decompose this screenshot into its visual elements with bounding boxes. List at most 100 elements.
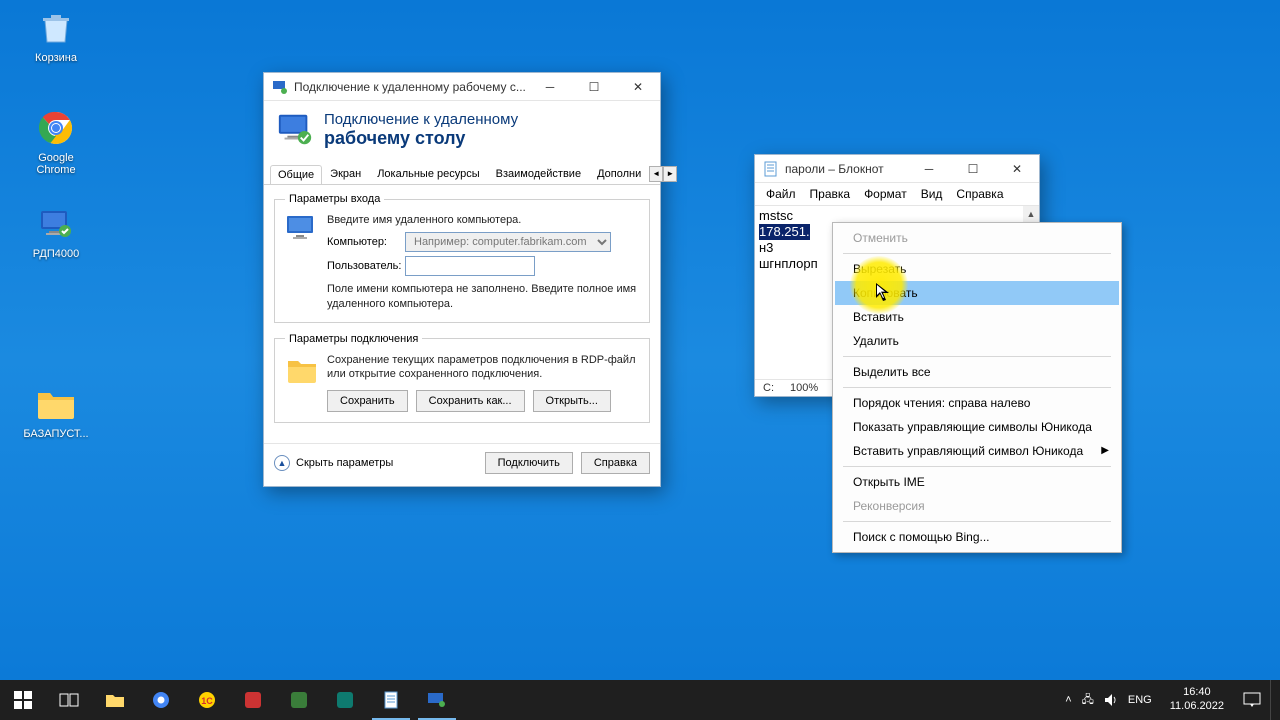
tray-network-icon[interactable]: 🖧 — [1082, 691, 1094, 710]
help-button[interactable]: Справка — [581, 452, 650, 474]
taskbar-chrome[interactable] — [138, 680, 184, 720]
ctx-undo[interactable]: Отменить — [835, 226, 1119, 250]
tab-performance[interactable]: Взаимодействие — [488, 164, 589, 183]
desktop-icon-label: РДП4000 — [18, 248, 94, 260]
tab-general[interactable]: Общие — [270, 165, 322, 184]
menu-help[interactable]: Справка — [949, 185, 1010, 203]
show-desktop-button[interactable] — [1270, 680, 1276, 720]
computer-label: Компьютер: — [327, 236, 405, 248]
recycle-bin-icon — [36, 8, 76, 48]
hide-params-label: Скрыть параметры — [296, 457, 393, 469]
ctx-cut[interactable]: Вырезать — [835, 257, 1119, 281]
rdp-banner-line2: рабочему столу — [324, 128, 518, 149]
tab-screen[interactable]: Экран — [322, 164, 369, 183]
desktop-icon-rdp4000[interactable]: РДП4000 — [18, 204, 94, 260]
taskbar-taskview[interactable] — [46, 680, 92, 720]
connection-params-group: Параметры подключения Сохранение текущих… — [274, 333, 650, 424]
start-button[interactable] — [0, 680, 46, 720]
tray-chevron-up-icon[interactable]: ˄ — [1065, 694, 1071, 706]
taskbar-app-teal[interactable] — [322, 680, 368, 720]
windows-icon — [14, 691, 32, 709]
rdp-title-icon — [272, 79, 288, 95]
ctx-copy[interactable]: Копировать — [835, 281, 1119, 305]
tab-scroll-left[interactable]: ◄ — [649, 166, 663, 182]
taskbar-app-green2[interactable] — [276, 680, 322, 720]
status-column: C: — [763, 382, 774, 394]
menu-edit[interactable]: Правка — [803, 185, 858, 203]
ctx-paste[interactable]: Вставить — [835, 305, 1119, 329]
desktop-icon-label: Корзина — [18, 52, 94, 64]
tab-scroll-right[interactable]: ► — [663, 166, 677, 182]
rdp-window: Подключение к удаленному рабочему с... ─… — [263, 72, 661, 487]
ctx-bing-search[interactable]: Поиск с помощью Bing... — [835, 525, 1119, 549]
ctx-show-unicode[interactable]: Показать управляющие символы Юникода — [835, 415, 1119, 439]
ctx-reconvert[interactable]: Реконверсия — [835, 494, 1119, 518]
ctx-select-all[interactable]: Выделить все — [835, 360, 1119, 384]
taskview-icon — [59, 692, 79, 708]
notepad-title-text: пароли – Блокнот — [785, 162, 907, 176]
connect-button[interactable]: Подключить — [485, 452, 573, 474]
taskbar: 1C ˄ 🖧 ENG 16:40 11.06.2022 — [0, 680, 1280, 720]
taskbar-notepad[interactable] — [368, 680, 414, 720]
user-label: Пользователь: — [327, 260, 405, 272]
save-button[interactable]: Сохранить — [327, 390, 408, 412]
1c-icon: 1C — [198, 691, 216, 709]
taskbar-explorer[interactable] — [92, 680, 138, 720]
scroll-up-icon[interactable]: ▲ — [1023, 206, 1039, 222]
maximize-button[interactable]: ☐ — [572, 73, 616, 101]
desktop-icon-bazapust[interactable]: БАЗАПУСТ... — [18, 384, 94, 440]
action-center-button[interactable] — [1234, 680, 1270, 720]
tray-volume-icon[interactable] — [1104, 693, 1118, 707]
ctx-insert-unicode[interactable]: Вставить управляющий символ Юникода ▶ — [835, 439, 1119, 463]
user-field[interactable] — [405, 256, 535, 276]
connection-params-legend: Параметры подключения — [285, 333, 422, 345]
minimize-button[interactable]: ─ — [907, 155, 951, 183]
ctx-delete[interactable]: Удалить — [835, 329, 1119, 353]
ctx-open-ime[interactable]: Открыть IME — [835, 470, 1119, 494]
app-icon — [290, 691, 308, 709]
desktop-icon-chrome[interactable]: Google Chrome — [18, 108, 94, 176]
desktop-icon-recycle-bin[interactable]: Корзина — [18, 8, 94, 64]
clock-date: 11.06.2022 — [1170, 700, 1224, 714]
hide-params-toggle[interactable]: ▲ Скрыть параметры — [274, 455, 393, 471]
chrome-icon — [152, 691, 170, 709]
computer-field[interactable]: Например: computer.fabrikam.com — [405, 232, 611, 252]
separator — [843, 253, 1111, 254]
separator — [843, 521, 1111, 522]
login-params-group: Параметры входа Введите имя удаленного к… — [274, 193, 650, 323]
login-hint: Введите имя удаленного компьютера. — [327, 213, 639, 228]
rdp-banner-icon — [276, 111, 314, 149]
editor-selection: 178.251. — [759, 224, 810, 240]
close-button[interactable]: ✕ — [995, 155, 1039, 183]
taskbar-app-green[interactable] — [230, 680, 276, 720]
status-zoom: 100% — [790, 382, 818, 394]
system-tray[interactable]: ˄ 🖧 ENG — [1057, 691, 1160, 710]
tray-lang[interactable]: ENG — [1128, 694, 1152, 706]
tab-local-resources[interactable]: Локальные ресурсы — [369, 164, 487, 183]
chevron-right-icon: ▶ — [1101, 445, 1109, 456]
empty-computer-hint: Поле имени компьютера не заполнено. Введ… — [327, 282, 639, 312]
tab-extra[interactable]: Дополни — [589, 164, 649, 183]
separator — [843, 466, 1111, 467]
desktop-icon-label: БАЗАПУСТ... — [18, 428, 94, 440]
separator — [843, 356, 1111, 357]
notification-icon — [1243, 692, 1261, 708]
rdp-titlebar[interactable]: Подключение к удаленному рабочему с... ─… — [264, 73, 660, 101]
ctx-rtl[interactable]: Порядок чтения: справа налево — [835, 391, 1119, 415]
folder-open-icon — [285, 353, 319, 387]
desktop-icon-label: Google Chrome — [18, 152, 94, 176]
taskbar-1c[interactable]: 1C — [184, 680, 230, 720]
minimize-button[interactable]: ─ — [528, 73, 572, 101]
open-button[interactable]: Открыть... — [533, 390, 611, 412]
notepad-titlebar[interactable]: пароли – Блокнот ─ ☐ ✕ — [755, 155, 1039, 183]
menu-view[interactable]: Вид — [914, 185, 950, 203]
monitor-icon — [285, 213, 319, 247]
taskbar-rdp[interactable] — [414, 680, 460, 720]
save-as-button[interactable]: Сохранить как... — [416, 390, 525, 412]
menu-file[interactable]: Файл — [759, 185, 803, 203]
maximize-button[interactable]: ☐ — [951, 155, 995, 183]
menu-format[interactable]: Формат — [857, 185, 914, 203]
close-button[interactable]: ✕ — [616, 73, 660, 101]
taskbar-clock[interactable]: 16:40 11.06.2022 — [1160, 686, 1234, 714]
notepad-icon — [383, 691, 399, 709]
